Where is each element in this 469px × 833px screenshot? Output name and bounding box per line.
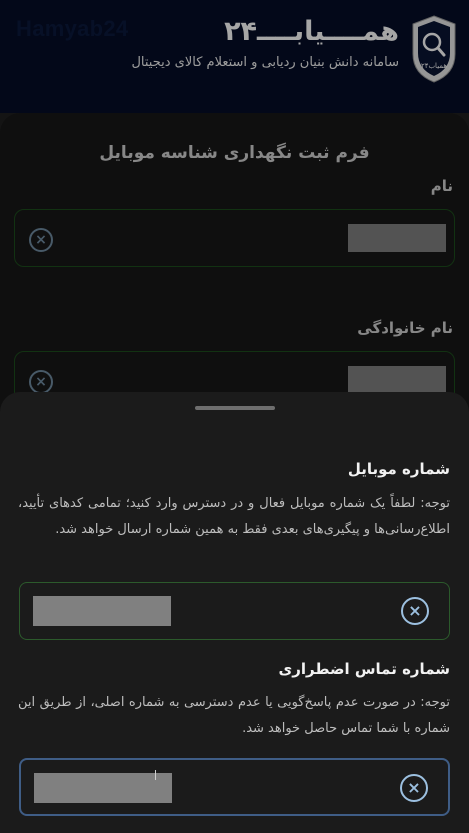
mobile-number-input[interactable]: ×	[19, 582, 450, 640]
redacted-value	[33, 596, 171, 626]
mobile-number-note: توجه: لطفاً یک شماره موبایل فعال و در دس…	[18, 496, 450, 537]
redacted-value	[34, 773, 172, 803]
mobile-number-title: شماره موبایل	[347, 460, 450, 478]
clear-icon[interactable]: ×	[401, 597, 429, 625]
clear-icon[interactable]: ×	[400, 774, 428, 802]
emergency-number-title: شماره تماس اضطراری	[278, 660, 451, 678]
sheet-drag-handle[interactable]	[195, 406, 275, 410]
emergency-number-note: توجه: در صورت عدم پاسخ‌گویی یا عدم دسترس…	[18, 695, 450, 736]
text-cursor	[155, 770, 156, 780]
emergency-number-input[interactable]: ×	[19, 758, 450, 816]
